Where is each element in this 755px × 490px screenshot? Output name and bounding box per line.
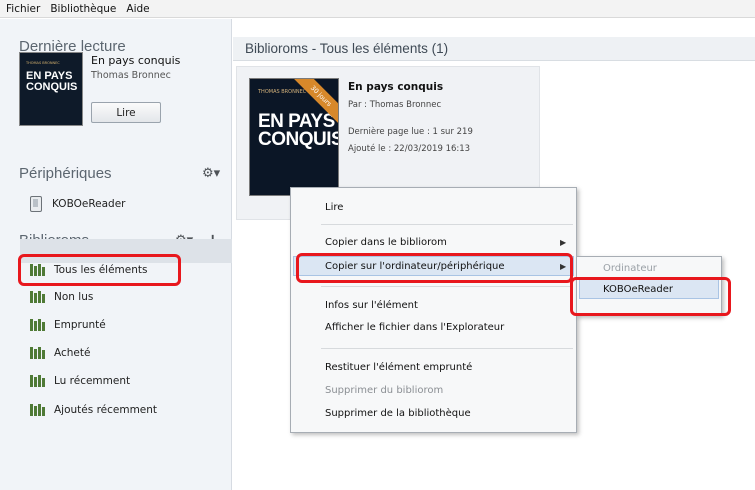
book-cover-author: THOMAS BRONNEC bbox=[258, 89, 307, 95]
ctx-separator bbox=[321, 286, 573, 287]
read-button[interactable]: Lire bbox=[91, 102, 161, 123]
last-read-author: Thomas Bronnec bbox=[91, 70, 171, 81]
sidebar-item-achete[interactable]: Acheté bbox=[30, 342, 230, 364]
book-cover[interactable]: THOMAS BRONNEC EN PAYS CONQUIS 30 jours bbox=[249, 78, 339, 196]
sidebar-item-emprunte[interactable]: Emprunté bbox=[30, 314, 230, 336]
book-last-page: Dernière page lue : 1 sur 219 bbox=[348, 127, 473, 137]
device-item-koboereader[interactable]: KOBOeReader bbox=[30, 196, 125, 212]
page-title: Biblioroms - Tous les éléments (1) bbox=[245, 41, 449, 56]
sidebar-item-label: Lu récemment bbox=[54, 375, 131, 387]
sidebar-item-ajoutes-recemment[interactable]: Ajoutés récemment bbox=[30, 399, 230, 421]
ctx-restituer[interactable]: Restituer l'élément emprunté bbox=[325, 362, 472, 373]
highlight-tous-les-elements bbox=[18, 254, 181, 286]
main-header: Biblioroms - Tous les éléments (1) bbox=[233, 37, 755, 61]
menu-bar: Fichier Bibliothèque Aide bbox=[0, 0, 755, 18]
sidebar-item-non-lus[interactable]: Non lus bbox=[30, 286, 230, 308]
ctx-separator bbox=[321, 224, 573, 225]
menu-bibliotheque[interactable]: Bibliothèque bbox=[50, 3, 116, 15]
book-added-date: Ajouté le : 22/03/2019 16:13 bbox=[348, 144, 471, 154]
ctx-infos[interactable]: Infos sur l'élément bbox=[325, 300, 418, 311]
menu-aide[interactable]: Aide bbox=[126, 3, 149, 15]
menu-fichier[interactable]: Fichier bbox=[6, 3, 40, 15]
submenu-arrow-icon: ▶ bbox=[560, 238, 567, 247]
sidebar-item-label: Non lus bbox=[54, 291, 94, 303]
book-author: Par : Thomas Bronnec bbox=[348, 100, 442, 110]
library-icon bbox=[30, 404, 45, 416]
library-icon bbox=[30, 319, 45, 331]
devices-heading: Périphériques bbox=[19, 165, 112, 182]
book-cover-title: EN PAYS CONQUIS bbox=[258, 111, 339, 150]
ctx-supprimer-bibliorom: Supprimer du bibliorom bbox=[325, 385, 444, 396]
sidebar-item-label: Ajoutés récemment bbox=[54, 404, 158, 416]
ereader-icon bbox=[30, 196, 42, 212]
device-label: KOBOeReader bbox=[52, 198, 126, 210]
sidebar-item-label: Emprunté bbox=[54, 319, 106, 331]
highlight-koboereader bbox=[570, 277, 731, 316]
sidebar-item-label: Acheté bbox=[54, 347, 91, 359]
library-icon bbox=[30, 375, 45, 387]
library-icon bbox=[30, 347, 45, 359]
last-read-cover-title: EN PAYS CONQUIS bbox=[26, 70, 78, 93]
last-read-title: En pays conquis bbox=[91, 54, 181, 67]
last-read-cover-author: THOMAS BRONNEC bbox=[26, 61, 60, 65]
ctx-lire[interactable]: Lire bbox=[325, 202, 343, 213]
ctx-copier-bibliorom[interactable]: Copier dans le bibliorom bbox=[325, 237, 447, 248]
ctx-supprimer-bibliotheque[interactable]: Supprimer de la bibliothèque bbox=[325, 408, 471, 419]
last-read-cover[interactable]: THOMAS BRONNEC EN PAYS CONQUIS bbox=[19, 52, 83, 126]
context-menu: Lire Copier dans le bibliorom ▶ Copier s… bbox=[290, 187, 577, 433]
sub-ordinateur: Ordinateur bbox=[603, 263, 657, 274]
highlight-copier-ordinateur bbox=[296, 253, 573, 283]
ctx-afficher-explorateur[interactable]: Afficher le fichier dans l'Explorateur bbox=[325, 322, 504, 333]
library-icon bbox=[30, 291, 45, 303]
devices-gear-icon[interactable]: ⚙▾ bbox=[202, 166, 220, 181]
book-title: En pays conquis bbox=[348, 81, 444, 93]
sidebar-item-lu-recemment[interactable]: Lu récemment bbox=[30, 370, 230, 392]
ctx-separator bbox=[321, 348, 573, 349]
